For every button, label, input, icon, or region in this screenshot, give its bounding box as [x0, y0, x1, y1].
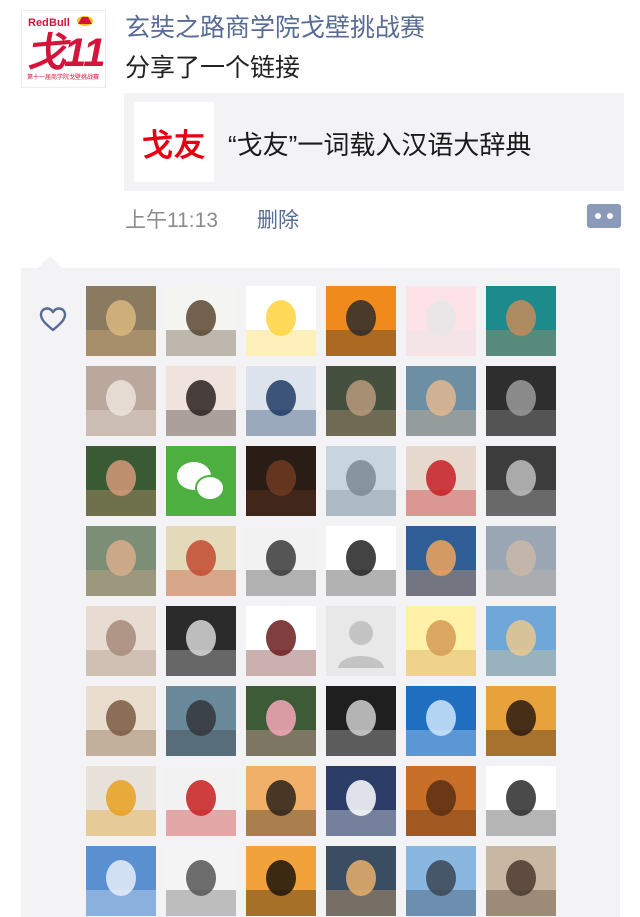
- liker-avatar-manga-boy-sketch[interactable]: [486, 766, 556, 836]
- liker-avatar-cartoon-boy-orange[interactable]: [326, 286, 396, 356]
- liker-avatar-boy-glasses[interactable]: [406, 366, 476, 436]
- liker-avatar-moomin-rainbow[interactable]: [326, 766, 396, 836]
- poster-avatar[interactable]: Red Bull 戈 11 第十一届商学院戈壁挑战赛: [21, 10, 106, 88]
- liker-avatar-comic-screaming[interactable]: [166, 526, 236, 596]
- heart-outline-icon: [39, 307, 67, 332]
- liker-avatar-horse-rider-sunset[interactable]: [246, 846, 316, 916]
- liker-avatar-silhouette-bw[interactable]: [486, 446, 556, 516]
- shared-link-card[interactable]: 戈友 “戈友”一词载入汉语大辞典: [124, 93, 624, 191]
- liker-avatar-woman-silhouette-sunset[interactable]: [246, 766, 316, 836]
- svg-text:Bull: Bull: [49, 17, 70, 29]
- liker-avatar-hand-on-face[interactable]: [86, 606, 156, 676]
- liker-avatar-woman-lying-sepia[interactable]: [86, 686, 156, 756]
- post-time: 上午11:13: [125, 209, 218, 232]
- liker-avatar-desert-dunes[interactable]: [406, 766, 476, 836]
- liker-avatar-skull-tattoo-man[interactable]: [326, 686, 396, 756]
- liker-avatar-double-exposure-face[interactable]: [326, 446, 396, 516]
- likes-panel-arrow: [38, 256, 62, 268]
- link-thumbnail: 戈友: [134, 102, 214, 182]
- liker-avatar-hooded-cartoon[interactable]: [246, 366, 316, 436]
- liker-avatar-young-man-bw[interactable]: [246, 526, 316, 596]
- poster-name[interactable]: 玄奘之路商学院戈壁挑战赛: [125, 8, 425, 44]
- liker-avatar-rilakkuma-bear[interactable]: [406, 606, 476, 676]
- delete-button[interactable]: 删除: [257, 204, 299, 234]
- liker-avatar-blue-sky-sea[interactable]: [86, 846, 156, 916]
- liker-avatar-white-kitten[interactable]: [86, 366, 156, 436]
- link-thumbnail-text: 戈友: [142, 127, 206, 163]
- svg-text:第十一届商学院戈壁挑战赛: 第十一届商学院戈壁挑战赛: [27, 73, 99, 81]
- liker-avatar-djs-collage[interactable]: [326, 526, 396, 596]
- liker-avatar-girl-bowl-cut[interactable]: [86, 446, 156, 516]
- liker-avatar-clown-face[interactable]: [166, 766, 236, 836]
- liker-avatar-girl-glasses-yellow[interactable]: [86, 766, 156, 836]
- liker-avatar-person-lake-sky[interactable]: [406, 846, 476, 916]
- liker-avatar-sky-clouds-sunset[interactable]: [406, 526, 476, 596]
- liker-avatar-doge-sunglasses[interactable]: [86, 286, 156, 356]
- liker-avatar-cartoon-glasses-man[interactable]: [166, 286, 236, 356]
- liker-avatar-ferris-wheel-bw[interactable]: [166, 846, 236, 916]
- liker-avatar-wechat-logo[interactable]: [166, 446, 236, 516]
- post-text: 分享了一个链接: [125, 54, 301, 82]
- liker-avatar-reeds-sunset[interactable]: [326, 846, 396, 916]
- liker-avatar-lotus-flower[interactable]: [246, 686, 316, 756]
- liker-avatar-cartoon-cat-pink[interactable]: [406, 286, 476, 356]
- liker-avatar-man-portrait-dark[interactable]: [326, 366, 396, 436]
- liker-avatar-man-hat-bw[interactable]: [166, 606, 236, 676]
- liker-avatar-man-shouting-teal[interactable]: [486, 286, 556, 356]
- liker-avatar-man-crouching-mask[interactable]: [246, 606, 316, 676]
- liker-avatar-band-group-photo[interactable]: [166, 686, 236, 756]
- liker-avatar-default-avatar[interactable]: [326, 606, 396, 676]
- liker-avatar-beach-dancer[interactable]: [486, 606, 556, 676]
- liker-avatar-domo-monster[interactable]: [246, 446, 316, 516]
- liker-avatar-pebble-beach[interactable]: [486, 526, 556, 596]
- svg-text:Red: Red: [28, 17, 49, 29]
- liker-avatar-ocean-waves-blue[interactable]: [406, 686, 476, 756]
- redbull-logo-icon: Red Bull 戈 11 第十一届商学院戈壁挑战赛: [26, 16, 105, 81]
- svg-text:11: 11: [64, 31, 105, 75]
- liker-avatar-girl-pale-face[interactable]: [166, 366, 236, 436]
- liker-avatar-man-bw-portrait[interactable]: [486, 366, 556, 436]
- liker-avatar-girl-beach-sitting[interactable]: [486, 846, 556, 916]
- more-dots-icon[interactable]: [587, 204, 621, 228]
- link-title: “戈友”一词载入汉语大辞典: [228, 130, 532, 160]
- moments-post: Red Bull 戈 11 第十一届商学院戈壁挑战赛 玄奘之路商学院戈壁挑战赛 …: [0, 0, 640, 917]
- liker-avatar-couple-sunset-jump[interactable]: [486, 686, 556, 756]
- liker-avatar-boy-thinking[interactable]: [86, 526, 156, 596]
- liker-avatar-yellow-emoji-face[interactable]: [246, 286, 316, 356]
- liker-avatar-girl-red-flower[interactable]: [406, 446, 476, 516]
